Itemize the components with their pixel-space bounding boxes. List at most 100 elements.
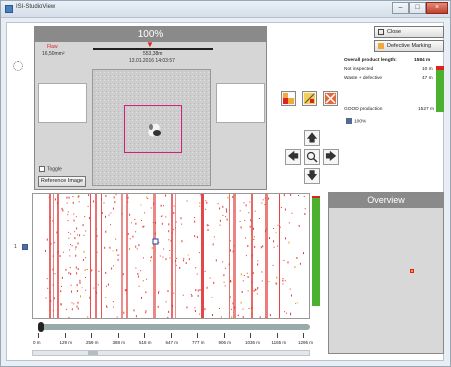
defect-dot: [288, 222, 290, 224]
nav-down-button[interactable]: 🡇: [304, 168, 320, 184]
defect-dot: [109, 246, 111, 249]
defect-dot: [220, 316, 222, 318]
defect-dot: [87, 316, 89, 318]
defect-dot: [106, 305, 107, 308]
defect-dot: [170, 239, 172, 242]
defect-dot: [186, 200, 188, 202]
defect-dot: [130, 222, 132, 224]
defect-dot: [204, 308, 206, 311]
measure-tool-icon[interactable]: [302, 91, 317, 106]
nav-up-button[interactable]: 🡅: [304, 130, 320, 146]
defect-dot: [225, 208, 227, 211]
defect-dot: [124, 289, 126, 292]
defect-dot: [79, 234, 81, 237]
toggle-control[interactable]: Toggle: [39, 166, 62, 172]
defect-dot: [247, 245, 249, 247]
timeline-tick: [117, 333, 119, 338]
nav-left-button[interactable]: 🡄: [285, 149, 301, 165]
defect-dot: [252, 272, 254, 275]
zoom-center-button[interactable]: [304, 149, 320, 165]
reference-image-button[interactable]: Reference Image: [38, 176, 86, 187]
defect-dot: [105, 194, 107, 197]
defect-dot: [104, 246, 106, 249]
color-view-icon[interactable]: [281, 91, 296, 106]
defect-dot: [180, 217, 182, 220]
defect-dot: [86, 269, 88, 270]
title-bar[interactable]: ISI-StudioView – □ ×: [1, 1, 450, 18]
defect-dot: [181, 240, 183, 243]
timeline-tick-label: 259 m: [86, 340, 99, 345]
timeline-tick: [223, 333, 225, 338]
defect-dot: [70, 273, 72, 275]
defect-dot: [150, 207, 152, 209]
defect-dot: [68, 196, 70, 199]
defect-dot: [173, 292, 175, 294]
scrollbar-thumb[interactable]: [88, 351, 98, 355]
delete-defect-icon[interactable]: [323, 91, 338, 106]
defect-dot: [85, 257, 87, 259]
defect-dot: [196, 273, 198, 275]
defect-dot: [75, 254, 77, 257]
defect-dot: [235, 281, 236, 284]
defect-dot: [207, 229, 209, 231]
maximize-button[interactable]: □: [409, 2, 426, 14]
lane-checkbox[interactable]: [22, 244, 28, 250]
defect-streak: [229, 194, 230, 318]
timeline-tick: [38, 333, 39, 338]
defect-dot: [114, 201, 116, 204]
defect-dot: [157, 305, 159, 308]
timeline-knob[interactable]: [38, 322, 44, 332]
percent-checkbox-row[interactable]: 100%: [346, 118, 366, 124]
defect-dot: [110, 212, 112, 214]
defect-dot: [298, 224, 300, 227]
defect-dot: [279, 226, 281, 228]
defect-dot: [46, 238, 48, 241]
defect-dot: [219, 207, 221, 210]
timeline-track[interactable]: [38, 324, 310, 330]
defect-dot: [50, 242, 52, 245]
defect-dot: [255, 288, 256, 291]
overview-panel[interactable]: Overview: [328, 192, 444, 354]
percent-checkbox[interactable]: [346, 118, 352, 124]
defect-dot: [96, 235, 98, 238]
defect-dot: [105, 230, 107, 233]
defect-dot: [111, 267, 113, 270]
defect-dot: [96, 251, 98, 253]
horizontal-scrollbar[interactable]: [32, 350, 310, 356]
defect-dot: [68, 231, 70, 233]
defect-dot: [141, 296, 142, 299]
defect-dot: [183, 257, 185, 259]
defect-dot: [67, 211, 69, 213]
defect-image-panel: 100% Flaw 16,50mm² ▼ 553,38m 13.01.2016 …: [34, 26, 267, 190]
defect-dot: [76, 305, 78, 308]
defect-dot: [135, 245, 137, 248]
defect-dot: [71, 308, 73, 311]
defect-dot: [146, 196, 148, 199]
nav-right-button[interactable]: 🡆: [323, 149, 339, 165]
close-window-button[interactable]: ×: [426, 2, 448, 14]
defect-dot: [232, 250, 234, 253]
defect-dot: [101, 212, 103, 215]
defect-dot: [71, 302, 73, 304]
close-button[interactable]: Close: [374, 26, 444, 38]
toggle-checkbox[interactable]: [39, 166, 45, 172]
defective-marking-button[interactable]: Defective Marking: [374, 40, 444, 52]
defect-dot: [152, 221, 154, 223]
defect-dot: [264, 204, 266, 206]
defect-dot: [150, 260, 152, 262]
toggle-label: Toggle: [47, 166, 62, 173]
selected-defect-marker[interactable]: [152, 238, 159, 245]
defect-dot: [138, 244, 140, 247]
defect-dot: [105, 297, 107, 298]
timeline-tick-label: 129 m: [59, 340, 73, 345]
defect-dot: [169, 257, 171, 259]
defect-dot: [234, 306, 235, 309]
defect-dot: [47, 287, 49, 289]
defect-dot: [52, 255, 54, 257]
defect-dot: [256, 289, 258, 291]
defect-dot: [265, 205, 267, 207]
minimize-button[interactable]: –: [392, 2, 409, 14]
defect-map[interactable]: [32, 193, 310, 319]
defect-dot: [172, 305, 173, 307]
defect-dot: [244, 219, 246, 221]
